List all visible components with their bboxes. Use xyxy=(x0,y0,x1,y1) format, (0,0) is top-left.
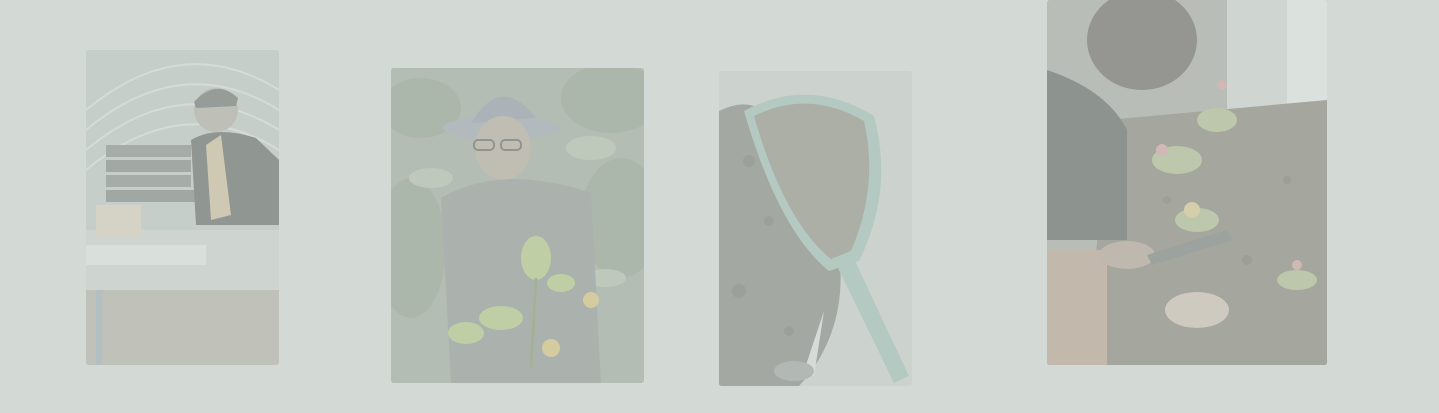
greenhouse-worker-photo[interactable] xyxy=(86,50,279,365)
photo-gallery xyxy=(0,0,1439,413)
greenhouse-worker-image xyxy=(86,50,279,365)
gardener-with-seedling-photo[interactable] xyxy=(391,68,644,383)
soil-scoop-image xyxy=(719,71,912,386)
hands-planting-flowers-image xyxy=(1047,0,1327,365)
soil-scoop-photo[interactable] xyxy=(719,71,912,386)
gardener-with-seedling-image xyxy=(391,68,644,383)
hands-planting-flowers-photo[interactable] xyxy=(1047,0,1327,365)
